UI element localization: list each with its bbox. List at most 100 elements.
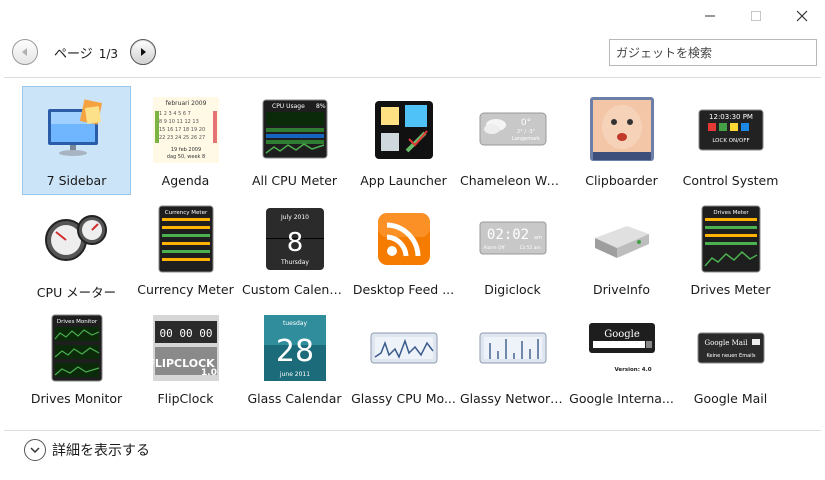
google-logo: Google xyxy=(604,329,640,340)
gadget-tile-agenda[interactable]: februari 2009 1 2 3 4 5 6 7 8 9 10 11 12… xyxy=(131,86,240,195)
pager: ページ 1/3 xyxy=(12,38,157,66)
show-details-label: 詳細を表示する xyxy=(52,443,150,459)
svg-text:8 9 10 11 12 13: 8 9 10 11 12 13 xyxy=(159,119,199,125)
gadget-label: FlipClock xyxy=(157,391,214,406)
gadget-label: Currency Meter xyxy=(137,282,234,297)
gadget-label: Chameleon We... xyxy=(460,173,565,188)
digiclock-alarm: Alarm Off xyxy=(483,245,505,251)
gadget-label: Digiclock xyxy=(484,282,541,297)
glass-calendar-icon: tuesday 28 june 2011 xyxy=(260,313,330,383)
glass-calendar-weekday: tuesday xyxy=(282,320,306,327)
gadget-label: App Launcher xyxy=(360,173,447,188)
cpu-title: CPU Usage xyxy=(272,103,305,110)
monitor-icon xyxy=(42,95,112,165)
gadget-label: Clipboarder xyxy=(585,173,658,188)
calendar-day: 8 xyxy=(286,228,303,258)
currency-icon: Currency Meter xyxy=(151,204,221,274)
gadget-tile-google-internal[interactable]: Google Version: 4.0 Google Interna... xyxy=(567,304,676,413)
gmail-title: Google Mail xyxy=(704,339,748,347)
control-system-icon: 12:03:30 PM LOCK ON/OFF xyxy=(696,95,766,165)
gadget-tile-google-mail[interactable]: Google Mail Keine neuen Emails Google Ma… xyxy=(676,304,785,413)
digiclock-time: 02:02 xyxy=(486,227,528,243)
gadget-label: Google Interna... xyxy=(569,391,674,406)
currency-title: Currency Meter xyxy=(164,210,207,216)
network-graph-icon xyxy=(478,313,548,383)
gadget-label: Glassy Network... xyxy=(460,391,565,406)
agenda-title: februari 2009 xyxy=(165,100,206,107)
page-indicator: ページ 1/3 xyxy=(38,43,130,62)
gadget-tile-app-launcher[interactable]: App Launcher xyxy=(349,86,458,195)
close-icon xyxy=(796,10,808,22)
gadget-tile-drives-meter[interactable]: Drives Meter Drives Meter xyxy=(676,195,785,304)
gadget-tile-glassy-network[interactable]: Glassy Network... xyxy=(458,304,567,413)
gadget-tile-glass-calendar[interactable]: tuesday 28 june 2011 Glass Calendar xyxy=(240,304,349,413)
minimize-button[interactable] xyxy=(687,0,733,32)
page-label: ページ xyxy=(54,46,93,62)
cpu-percent: 8% xyxy=(316,103,326,110)
flipclock-digits: 00 00 00 xyxy=(159,327,212,340)
window-controls xyxy=(687,0,825,32)
gadget-label: Agenda xyxy=(161,173,210,188)
gmail-subtitle: Keine neuen Emails xyxy=(706,353,755,359)
baby-photo-icon xyxy=(587,95,657,165)
arrow-left-icon xyxy=(22,48,27,56)
gadget-tile-drives-monitor[interactable]: Drives Monitor Drives Monitor xyxy=(22,304,131,413)
gadget-tile-digiclock[interactable]: 02:02 am Alarm Off 12:55 am Digiclock xyxy=(458,195,567,304)
glass-calendar-month: june 2011 xyxy=(278,371,309,378)
gadget-label: 7 Sidebar xyxy=(46,173,107,188)
digital-clock-icon: 02:02 am Alarm Off 12:55 am xyxy=(478,204,548,274)
app-launcher-icon xyxy=(369,95,439,165)
calendar-icon: februari 2009 1 2 3 4 5 6 7 8 9 10 11 12… xyxy=(151,95,221,165)
drives-meter-icon: Drives Meter xyxy=(696,204,766,274)
google-version: Version: 4.0 xyxy=(614,367,651,373)
next-page-button[interactable] xyxy=(130,39,157,65)
gadget-tile-currency-meter[interactable]: Currency Meter Currency Meter xyxy=(131,195,240,304)
maximize-button[interactable] xyxy=(733,0,779,32)
control-time: 12:03:30 PM xyxy=(709,113,753,121)
gadget-tile-all-cpu-meter[interactable]: CPU Usage 8% All CPU Meter xyxy=(240,86,349,195)
maximize-icon xyxy=(751,11,761,21)
agenda-week: dag 50, week 8 xyxy=(166,154,204,160)
svg-text:15 16 17 18 19 20: 15 16 17 18 19 20 xyxy=(159,127,205,133)
minimize-icon xyxy=(705,15,715,17)
gadget-tile-control-system[interactable]: 12:03:30 PM LOCK ON/OFF Control System xyxy=(676,86,785,195)
hard-drive-icon xyxy=(587,204,657,274)
gadget-label: Glass Calendar xyxy=(247,391,342,406)
gadget-tile-flipclock[interactable]: 00 00 00 FLIPCLOCK 1.0 FlipClock xyxy=(131,304,240,413)
gadget-label: CPU メーター xyxy=(36,285,117,300)
gadget-tile-driveinfo[interactable]: DriveInfo xyxy=(567,195,676,304)
gadget-tile-glassy-cpu-monitor[interactable]: Glassy CPU Mo... xyxy=(349,304,458,413)
gadget-tile-clipboarder[interactable]: Clipboarder xyxy=(567,86,676,195)
gadget-tile-7-sidebar[interactable]: 7 Sidebar xyxy=(22,86,131,195)
digiclock-sub: 12:55 am xyxy=(519,245,541,251)
gadget-label: All CPU Meter xyxy=(251,173,338,188)
gadget-tile-chameleon-weather[interactable]: 0° 2° / -3° Langemark Chameleon We... xyxy=(458,86,567,195)
gadget-grid: 7 Sidebar februari 2009 1 2 3 4 5 6 7 8 … xyxy=(22,86,785,413)
gadget-tile-custom-calendar[interactable]: July 2010 8 Thursday Custom Calend... xyxy=(240,195,349,304)
weather-range: 2° / -3° xyxy=(516,129,535,135)
gadget-label: Drives Monitor xyxy=(30,391,123,406)
flipclock-version: 1.0 xyxy=(201,368,217,378)
gadget-tile-desktop-feed[interactable]: Desktop Feed ... xyxy=(349,195,458,304)
search-input[interactable] xyxy=(609,39,817,66)
gadget-label: Glassy CPU Mo... xyxy=(351,391,456,406)
control-lock: LOCK ON/OFF xyxy=(712,138,749,144)
calendar-month: July 2010 xyxy=(280,214,309,221)
previous-page-button[interactable] xyxy=(12,39,38,65)
agenda-date: 19 feb 2009 xyxy=(170,147,200,153)
gadget-label: Control System xyxy=(682,173,779,188)
gadget-label: Desktop Feed ... xyxy=(352,282,455,297)
glassy-graph-icon xyxy=(369,313,439,383)
header-divider xyxy=(4,77,821,78)
gadget-tile-cpu-meter[interactable]: CPU メーター xyxy=(22,195,131,304)
weather-city: Langemark xyxy=(511,136,539,142)
svg-text:1 2 3 4 5 6 7: 1 2 3 4 5 6 7 xyxy=(159,111,191,117)
gauge-icon xyxy=(42,204,112,274)
drives-meter-title: Drives Meter xyxy=(713,210,749,216)
close-button[interactable] xyxy=(779,0,825,32)
page-number: 1/3 xyxy=(98,46,119,61)
show-details-toggle[interactable]: 詳細を表示する xyxy=(24,439,150,461)
mail-icon: Google Mail Keine neuen Emails xyxy=(696,313,766,383)
gadget-label: Drives Meter xyxy=(690,282,771,297)
flip-calendar-icon: July 2010 8 Thursday xyxy=(260,204,330,274)
